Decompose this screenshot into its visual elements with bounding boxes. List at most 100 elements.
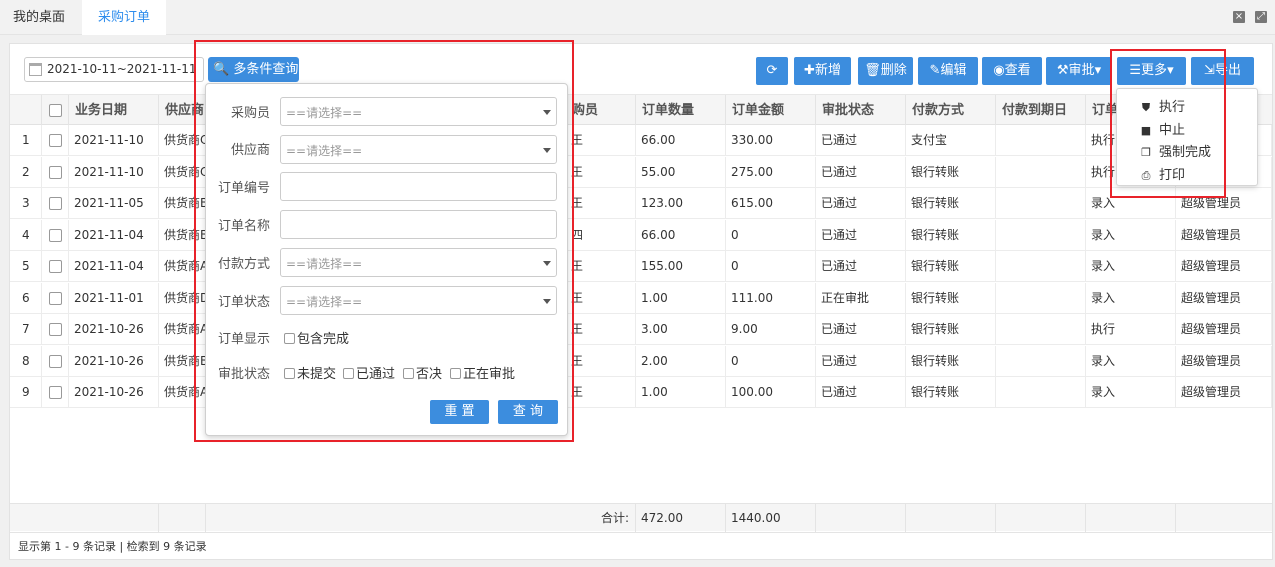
cell-amount: 9.00	[726, 314, 816, 345]
cell-qty: 66.00	[636, 219, 726, 251]
select-all-checkbox[interactable]	[49, 104, 62, 117]
row-checkbox[interactable]	[49, 165, 62, 179]
cell-qty: 55.00	[636, 156, 726, 188]
total-label: 合计:	[566, 504, 636, 532]
cell-qty: 155.00	[636, 251, 726, 282]
cell-amount: 0	[726, 219, 816, 251]
row-checkbox-cell[interactable]	[42, 282, 69, 314]
edit-label: 编辑	[940, 63, 967, 78]
row-checkbox[interactable]	[49, 354, 62, 368]
cell-creator: 超级管理员	[1176, 314, 1272, 345]
cell-buyer: 王	[566, 125, 636, 156]
cell-qty: 1.00	[636, 282, 726, 314]
cell-pay: 银行转账	[906, 314, 996, 345]
approve-label: 审批	[1068, 63, 1095, 78]
row-checkbox-cell[interactable]	[42, 125, 69, 156]
cell-date: 2021-11-04	[69, 251, 159, 282]
cell-approval: 已通过	[816, 125, 906, 156]
cell-qty: 66.00	[636, 125, 726, 156]
row-checkbox[interactable]	[49, 228, 62, 242]
view-button[interactable]: ◉查看	[982, 57, 1042, 85]
row-checkbox[interactable]	[49, 197, 62, 210]
row-checkbox-cell[interactable]	[42, 377, 69, 408]
total-amount: 1440.00	[726, 504, 816, 532]
date-range-input[interactable]: 2021-10-11~2021-11-11	[24, 57, 204, 82]
cell-pay: 银行转账	[906, 251, 996, 282]
cell-amount: 100.00	[726, 377, 816, 408]
row-checkbox-cell[interactable]	[42, 251, 69, 282]
row-checkbox-cell[interactable]	[42, 345, 69, 377]
cell-amount: 0	[726, 251, 816, 282]
row-checkbox-cell[interactable]	[42, 188, 69, 219]
header-checkbox[interactable]	[42, 95, 69, 126]
close-tab-icon[interactable]: ×	[1233, 11, 1245, 23]
header-qty[interactable]: 订单数量	[636, 95, 726, 126]
row-checkbox[interactable]	[49, 134, 62, 147]
approve-button[interactable]: ⚒审批▾	[1046, 57, 1112, 85]
cell-approval: 已通过	[816, 314, 906, 345]
footer-cell	[996, 504, 1086, 532]
cell-status: 录入	[1086, 377, 1176, 408]
cell-due	[996, 219, 1086, 251]
header-date[interactable]: 业务日期	[69, 95, 159, 126]
delete-button[interactable]: 🗑删除	[858, 57, 913, 85]
header-pay[interactable]: 付款方式	[906, 95, 996, 126]
header-approval[interactable]: 审批状态	[816, 95, 906, 126]
caret-down-icon: ▾	[1094, 63, 1102, 78]
tab-my-desktop[interactable]: 我的桌面	[0, 0, 78, 35]
row-checkbox-cell[interactable]	[42, 219, 69, 251]
cell-approval: 正在审批	[816, 282, 906, 314]
cell-pay: 银行转账	[906, 377, 996, 408]
cell-qty: 3.00	[636, 314, 726, 345]
cell-date: 2021-11-05	[69, 188, 159, 219]
calendar-icon	[29, 63, 42, 76]
edit-button[interactable]: ✎编辑	[918, 57, 978, 85]
row-checkbox[interactable]	[49, 386, 62, 399]
cell-amount: 111.00	[726, 282, 816, 314]
cell-date: 2021-10-26	[69, 377, 159, 408]
cell-no: 2	[10, 156, 42, 188]
cell-pay: 支付宝	[906, 125, 996, 156]
header-rownum	[10, 95, 42, 126]
cell-buyer: 王	[566, 282, 636, 314]
cell-approval: 已通过	[816, 219, 906, 251]
add-label: 新增	[814, 63, 841, 78]
header-buyer[interactable]: 购员	[566, 95, 636, 126]
cell-no: 5	[10, 251, 42, 282]
trash-icon: 🗑	[864, 63, 881, 78]
header-amount[interactable]: 订单金额	[726, 95, 816, 126]
row-checkbox[interactable]	[49, 291, 62, 305]
cell-pay: 银行转账	[906, 282, 996, 314]
cell-due	[996, 188, 1086, 219]
pagination-info: 显示第 1 - 9 条记录 | 检索到 9 条记录	[10, 532, 1272, 560]
eye-icon: ◉	[993, 63, 1005, 78]
footer-cell	[10, 504, 159, 532]
cell-creator: 超级管理员	[1176, 282, 1272, 314]
footer-cell	[906, 504, 996, 532]
cell-amount: 330.00	[726, 125, 816, 156]
footer-cell	[1086, 504, 1176, 532]
row-checkbox[interactable]	[49, 323, 62, 336]
row-checkbox[interactable]	[49, 260, 62, 273]
cell-qty: 123.00	[636, 188, 726, 219]
refresh-button[interactable]: ⟳	[756, 57, 788, 85]
gavel-icon: ⚒	[1056, 63, 1069, 78]
cell-no: 8	[10, 345, 42, 377]
cell-qty: 1.00	[636, 377, 726, 408]
row-checkbox-cell[interactable]	[42, 314, 69, 345]
cell-no: 9	[10, 377, 42, 408]
header-due[interactable]: 付款到期日	[996, 95, 1086, 126]
tab-bar: 我的桌面 采购订单 × ⤢	[0, 0, 1275, 35]
cell-date: 2021-10-26	[69, 345, 159, 377]
cell-due	[996, 125, 1086, 156]
cell-status: 录入	[1086, 282, 1176, 314]
delete-label: 删除	[880, 63, 907, 78]
cell-pay: 银行转账	[906, 219, 996, 251]
tab-purchase-order[interactable]: 采购订单	[82, 0, 166, 35]
cell-buyer: 王	[566, 188, 636, 219]
fullscreen-icon[interactable]: ⤢	[1255, 11, 1267, 23]
row-checkbox-cell[interactable]	[42, 156, 69, 188]
refresh-icon: ⟳	[766, 63, 778, 78]
cell-approval: 已通过	[816, 251, 906, 282]
add-button[interactable]: ✚新增	[794, 57, 851, 85]
